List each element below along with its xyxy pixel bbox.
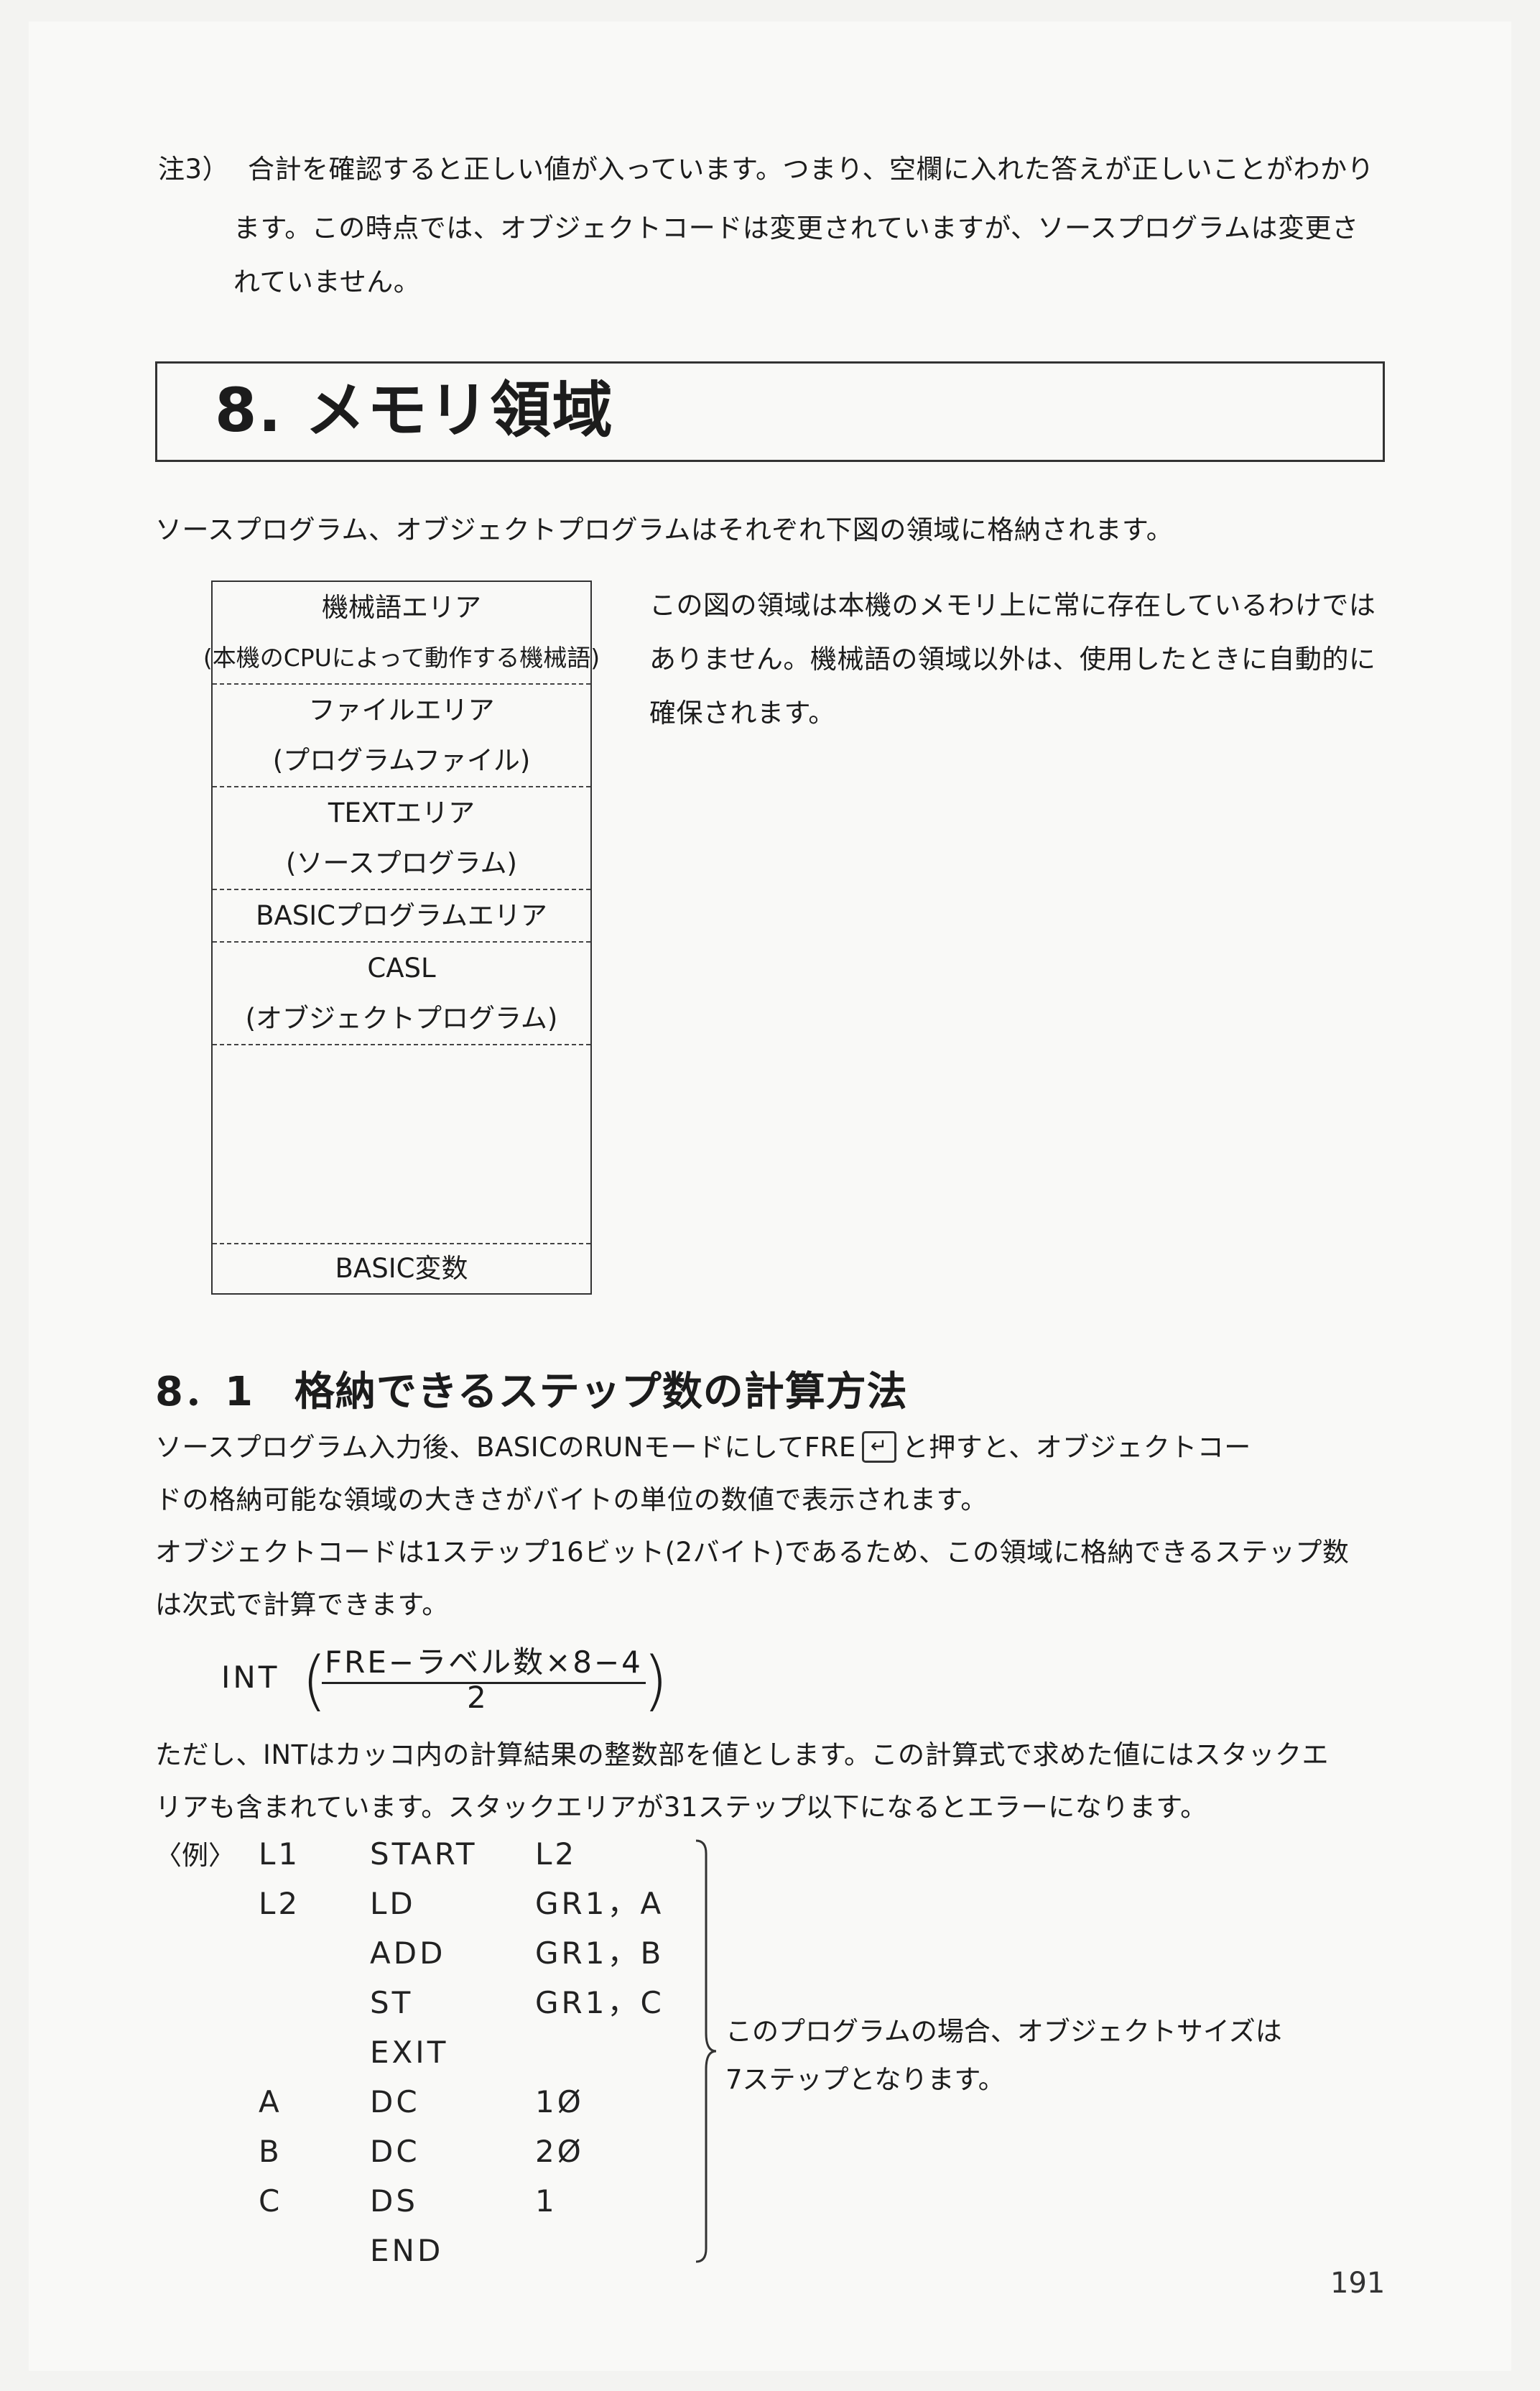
code-operand: 1 — [535, 2183, 557, 2219]
segment-label: CASL — [367, 952, 436, 984]
memory-description-line: ありません。機械語の領域以外は、使用したときに自動的に — [649, 644, 1376, 675]
code-operand: GR1，B — [535, 1936, 664, 1971]
code-label: C — [259, 2183, 283, 2219]
note-line: 合計を確認すると正しい値が入っています。つまり、空欄に入れた答えが正しいことがわ… — [248, 154, 1374, 185]
paragraph-line: ドの格納可能な領域の大きさがバイトの単位の数値で表示されます。 — [155, 1484, 988, 1515]
code-label: B — [259, 2134, 282, 2169]
memory-segment-casl: CASL (オブジェクトプログラム) — [213, 943, 590, 1045]
code-line: EXIT — [259, 2027, 718, 2077]
formula-paren-right: ) — [643, 1643, 669, 1719]
section-title: 8. メモリ領域 — [215, 375, 614, 445]
code-label: L2 — [259, 1886, 301, 1921]
code-opcode: DC — [370, 2134, 420, 2169]
code-opcode: ADD — [370, 1936, 446, 1971]
code-opcode: DS — [370, 2183, 419, 2219]
intro-paragraph: ソースプログラム、オブジェクトプログラムはそれぞれ下図の領域に格納されます。 — [155, 514, 1174, 545]
segment-label: TEXTエリア — [328, 797, 476, 828]
note-heading: 注3） — [158, 154, 230, 185]
code-line: ADD GR1，B — [259, 1928, 718, 1978]
code-listing: L1 START L2 L2 LD GR1，A ADD GR1，B ST GR1，C EXI… — [259, 1829, 718, 2275]
memory-segment-file-area: ファイルエリア (プログラムファイル) — [213, 685, 590, 787]
memory-description-line: この図の領域は本機のメモリ上に常に存在しているわけでは — [649, 590, 1376, 621]
paragraph-text: ソースプログラム入力後、BASICのRUNモードにしてFRE — [155, 1432, 856, 1463]
memory-description-line: 確保されます。 — [649, 698, 835, 729]
paragraph-text: と押すと、オブジェクトコー — [901, 1432, 1251, 1463]
formula-denominator: 2 — [467, 1680, 486, 1715]
code-opcode: LD — [370, 1886, 416, 1921]
memory-segment-basic-program: BASICプログラムエリア — [213, 890, 590, 943]
formula-numerator: FRE−ラベル数×8−4 — [322, 1638, 646, 1684]
code-label: L1 — [259, 1836, 301, 1872]
code-operand: GR1，A — [535, 1886, 664, 1921]
paragraph-line: は次式で計算できます。 — [155, 1589, 449, 1620]
right-brace-icon — [695, 1839, 717, 2263]
segment-sublabel: (本機のCPUによって動作する機械語) — [203, 643, 600, 672]
page-number: 191 — [1330, 2267, 1386, 2300]
memory-segment-text-area: TEXTエリア (ソースプログラム) — [213, 787, 590, 890]
code-opcode: END — [370, 2233, 444, 2268]
paragraph-line: ただし、INTはカッコ内の計算結果の整数部を値とします。この計算式で求めた値には… — [155, 1739, 1329, 1770]
note-line: ます。この時点では、オブジェクトコードは変更されていますが、ソースプログラムは変… — [233, 213, 1359, 244]
paragraph-line: ソースプログラム入力後、BASICのRUNモードにしてFRE ↵ と押すと、オブジェ… — [155, 1420, 1251, 1474]
code-operand: L2 — [535, 1836, 578, 1872]
example-note-line: このプログラムの場合、オブジェクトサイズは — [725, 2016, 1282, 2047]
code-label: A — [259, 2084, 282, 2119]
code-line: A DC 1Ø — [259, 2077, 718, 2127]
example-label: 〈例〉 — [155, 1840, 235, 1871]
paragraph-line: オブジェクトコードは1ステップ16ビット(2バイト)であるため、この領域に格納で… — [155, 1537, 1350, 1568]
code-operand: 2Ø — [535, 2134, 584, 2169]
code-opcode: DC — [370, 2084, 420, 2119]
segment-label: BASICプログラムエリア — [256, 899, 547, 931]
memory-segment-machine-code: 機械語エリア (本機のCPUによって動作する機械語) — [203, 582, 600, 685]
segment-sublabel: (オブジェクトプログラム) — [245, 1002, 558, 1034]
paragraph-line: リアも含まれています。スタックエリアが31ステップ以下になるとエラーになります。 — [155, 1792, 1207, 1823]
example-note-line: 7ステップとなります。 — [725, 2064, 1005, 2095]
memory-map-diagram: 機械語エリア (本機のCPUによって動作する機械語) ファイルエリア (プログラ… — [203, 581, 600, 1295]
step-count-formula: INT ( FRE−ラベル数×8−4 2 ) — [215, 1638, 675, 1724]
segment-label: ファイルエリア — [308, 694, 495, 726]
segment-label: BASIC変数 — [335, 1253, 468, 1284]
code-line: ST GR1，C — [259, 1978, 718, 2027]
code-line: B DC 2Ø — [259, 2127, 718, 2176]
formula-function: INT — [221, 1660, 280, 1695]
code-line: END — [259, 2226, 718, 2275]
code-line: C DS 1 — [259, 2176, 718, 2226]
segment-sublabel: (プログラムファイル) — [272, 744, 531, 776]
code-operand: 1Ø — [535, 2084, 584, 2119]
section-heading-box: 8. メモリ領域 — [155, 361, 1385, 462]
enter-key-icon: ↵ — [861, 1430, 896, 1463]
subsection-title: 8．1 格納できるステップ数の計算方法 — [155, 1369, 908, 1415]
segment-label: 機械語エリア — [322, 591, 481, 623]
memory-segment-basic-variables: BASIC変数 — [213, 1243, 590, 1293]
code-line: L2 LD GR1，A — [259, 1879, 718, 1928]
segment-sublabel: (ソースプログラム) — [286, 847, 517, 879]
note-line: れていません。 — [233, 267, 421, 297]
code-opcode: START — [370, 1836, 478, 1872]
code-opcode: ST — [370, 1985, 414, 2020]
code-operand: GR1，C — [535, 1985, 664, 2020]
code-line: L1 START L2 — [259, 1829, 718, 1879]
code-opcode: EXIT — [370, 2035, 449, 2070]
